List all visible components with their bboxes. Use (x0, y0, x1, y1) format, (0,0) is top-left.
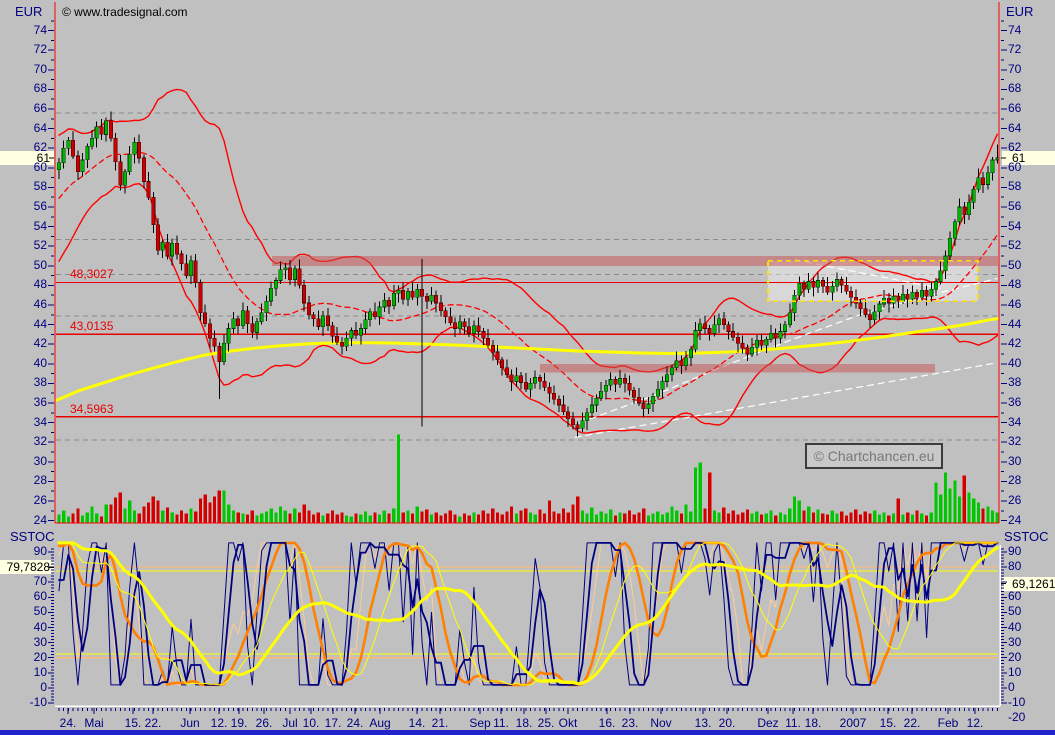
stochastic-layer (59, 543, 997, 685)
volume-layer (57, 435, 999, 523)
chart-window: 61 61 79,7828 69,1261 EUR © www.tradesig… (0, 0, 1055, 735)
chart-canvas[interactable] (0, 0, 1055, 735)
